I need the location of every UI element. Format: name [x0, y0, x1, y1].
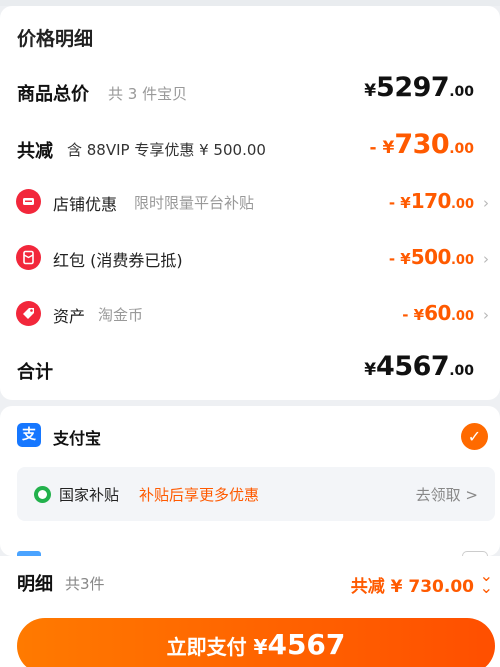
- total-discount-amount: - ¥730.00: [369, 129, 475, 160]
- coin-tag-icon: [16, 301, 41, 326]
- claim-subsidy-link[interactable]: 去领取 >: [416, 484, 478, 505]
- detail-label[interactable]: 明细: [17, 570, 53, 596]
- goods-total-amount: ¥5297.00: [364, 72, 474, 103]
- alipay-icon: 支: [17, 423, 41, 447]
- red-packet-row[interactable]: 红包 (消费券已抵) - ¥500.00 ›: [0, 240, 500, 280]
- asset-label: 资产: [53, 307, 86, 326]
- goods-total-label: 商品总价: [17, 84, 89, 105]
- red-packet-amount: - ¥500.00: [388, 245, 474, 269]
- store-discount-amount: - ¥170.00: [388, 189, 474, 213]
- checkout-bar: 明细 共3件 共减 ¥ 730.00 ⌄ ⌄ 立即支付 ¥4567: [0, 556, 500, 667]
- price-detail-card: 价格明细 商品总价 共 3 件宝贝 ¥5297.00 共减 含 88VIP 专享…: [0, 6, 500, 400]
- red-packet-icon: [16, 245, 41, 270]
- item-count: 共3件: [65, 575, 105, 593]
- payment-method-card: 支 支付宝 ✓ 国家补贴 补贴后享更多优惠 去领取 >: [0, 406, 500, 556]
- subsidy-title: 国家补贴: [59, 486, 120, 504]
- subsidy-promo: 补贴后享更多优惠: [139, 486, 260, 504]
- selected-check-icon[interactable]: ✓: [461, 423, 488, 450]
- total-saving[interactable]: 共减 ¥ 730.00: [351, 572, 474, 597]
- payment-method-name[interactable]: 支付宝: [53, 425, 101, 449]
- sum-amount: ¥4567.00: [364, 351, 474, 382]
- goods-total-row: 商品总价 共 3 件宝贝 ¥5297.00: [0, 72, 500, 112]
- double-chevron-down-icon[interactable]: ⌄ ⌄: [480, 568, 493, 596]
- subsidy-icon: [34, 486, 51, 503]
- goods-count: 共 3 件宝贝: [108, 85, 188, 103]
- store-discount-row[interactable]: 店铺优惠 限时限量平台补贴 - ¥170.00 ›: [0, 184, 500, 224]
- total-discount-label: 共减: [17, 141, 53, 162]
- asset-amount: - ¥60.00: [402, 301, 474, 325]
- pay-now-button[interactable]: 立即支付 ¥4567: [17, 618, 495, 667]
- red-packet-label: 红包 (消费券已抵): [53, 251, 183, 270]
- chevron-right-icon: ›: [483, 306, 489, 324]
- store-coupon-icon: [16, 189, 41, 214]
- national-subsidy-banner[interactable]: 国家补贴 补贴后享更多优惠 去领取 >: [17, 467, 495, 521]
- store-discount-note: 限时限量平台补贴: [134, 194, 255, 212]
- chevron-right-icon: ›: [483, 250, 489, 268]
- vip-discount-note: 含 88VIP 专享优惠 ¥ 500.00: [67, 141, 266, 159]
- total-discount-row: 共减 含 88VIP 专享优惠 ¥ 500.00 - ¥730.00: [0, 129, 500, 169]
- asset-row[interactable]: 资产 淘金币 - ¥60.00 ›: [0, 296, 500, 336]
- store-discount-label: 店铺优惠: [53, 195, 118, 214]
- sum-label: 合计: [17, 362, 53, 383]
- asset-note: 淘金币: [98, 306, 144, 324]
- section-title: 价格明细: [17, 28, 94, 50]
- sum-row: 合计 ¥4567.00: [0, 351, 500, 392]
- chevron-right-icon: ›: [483, 194, 489, 212]
